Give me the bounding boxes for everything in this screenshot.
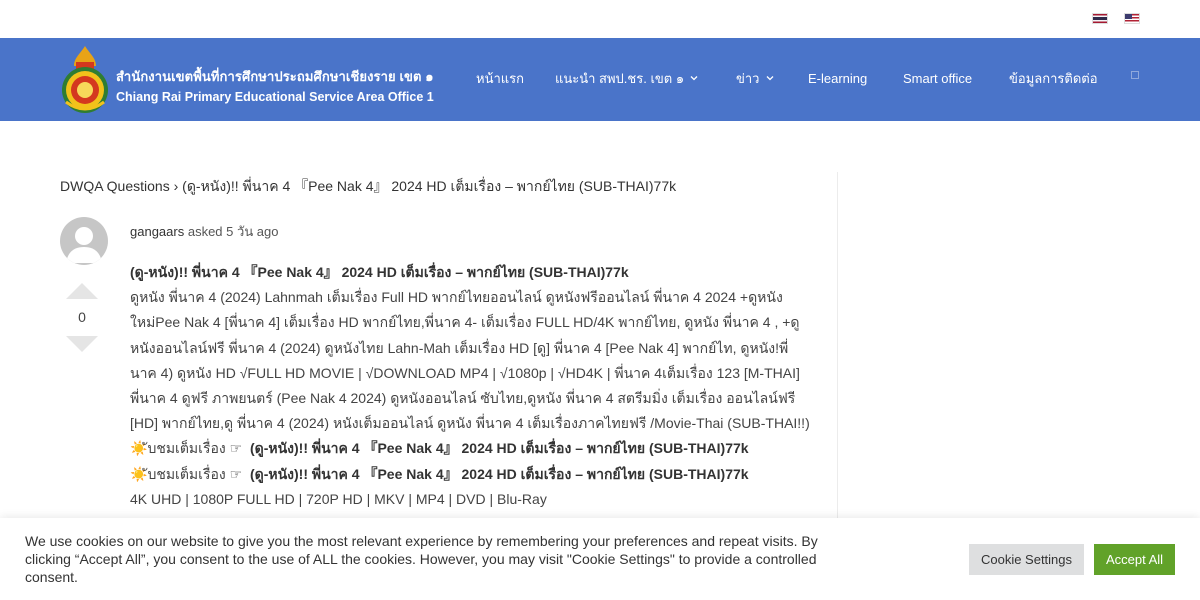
user-silhouette-icon — [66, 227, 102, 263]
watch-prefix: ับชมเต็มเรื่อง ☞ — [147, 440, 243, 457]
us-flag-icon[interactable] — [1124, 13, 1140, 24]
nav-item-label: E-learning — [808, 70, 868, 86]
chevron-down-icon — [766, 76, 773, 81]
accept-all-button[interactable]: Accept All — [1094, 544, 1175, 575]
watch-line: ☀️ับชมเต็มเรื่อง ☞ (ดู-หนัง)!! พี่นาค 4 … — [130, 436, 810, 461]
nav-item-home[interactable]: หน้าแรก — [476, 68, 524, 88]
watch-prefix: ับชมเต็มเรื่อง ☞ — [147, 465, 243, 482]
nav-item-contact[interactable]: ข้อมูลการติดต่อ — [1009, 68, 1098, 88]
asked-label: asked — [187, 224, 223, 239]
author-link[interactable]: gangaars — [130, 224, 184, 239]
watch-link[interactable]: (ดู-หนัง)!! พี่นาค 4 『Pee Nak 4』 2024 HD… — [250, 440, 749, 456]
logo-title-thai[interactable]: สำนักงานเขตพื้นที่การศึกษาประถมศึกษาเชีย… — [116, 66, 434, 87]
nav-item-news[interactable]: ข่าว — [736, 68, 775, 88]
nav-item-label: หน้าแรก — [476, 70, 524, 86]
avatar[interactable] — [60, 217, 108, 265]
nav-item-elearning[interactable]: E-learning — [808, 68, 867, 88]
thai-flag-icon[interactable] — [1092, 13, 1108, 24]
sun-icon: ☀️ — [130, 440, 148, 457]
site-header: สำนักงานเขตพื้นที่การศึกษาประถมศึกษาเชีย… — [0, 38, 1200, 121]
nav-item-label: แนะนำ สพป.ชร. เขต ๑ — [555, 70, 685, 86]
breadcrumb: DWQA Questions › (ดู-หนัง)!! พี่นาค 4 『P… — [60, 176, 676, 198]
nav-item-label: Smart office — [903, 70, 973, 86]
logo-seal-icon[interactable] — [60, 44, 110, 114]
nav-item-label: ข้อมูลการติดต่อ — [1009, 70, 1098, 86]
logo-title-english[interactable]: Chiang Rai Primary Educational Service A… — [116, 90, 434, 104]
formats-line: 4K UHD | 1080P FULL HD | 720P HD | MKV |… — [130, 490, 547, 507]
question-time: 5 วัน ago — [226, 224, 279, 239]
vote-count: 0 — [78, 309, 86, 325]
top-bar — [0, 0, 1200, 38]
vote-down-button[interactable] — [66, 336, 98, 352]
question-meta: gangaars asked 5 วัน ago — [130, 221, 279, 242]
watch-line: ☀️ับชมเต็มเรื่อง ☞ (ดู-หนัง)!! พี่นาค 4 … — [130, 462, 810, 487]
chevron-down-icon — [690, 76, 698, 81]
breadcrumb-separator: › — [173, 178, 179, 194]
question-title: (ดู-หนัง)!! พี่นาค 4 『Pee Nak 4』 2024 HD… — [130, 264, 629, 280]
cookie-text: We use cookies on our website to give yo… — [25, 533, 818, 585]
cookie-settings-button[interactable]: Cookie Settings — [969, 544, 1084, 575]
breadcrumb-current: (ดู-หนัง)!! พี่นาค 4 『Pee Nak 4』 2024 HD… — [182, 178, 677, 194]
nav-item-about[interactable]: แนะนำ สพป.ชร. เขต ๑ — [555, 68, 699, 88]
search-icon[interactable] — [1131, 71, 1139, 79]
cookie-banner: We use cookies on our website to give yo… — [0, 518, 1200, 600]
sun-icon: ☀️ — [130, 465, 148, 482]
breadcrumb-root-link[interactable]: DWQA Questions — [60, 178, 170, 194]
watch-link[interactable]: (ดู-หนัง)!! พี่นาค 4 『Pee Nak 4』 2024 HD… — [250, 466, 749, 482]
sidebar-divider — [837, 172, 838, 518]
nav-item-smart-office[interactable]: Smart office — [903, 68, 972, 88]
question-body: ดูหนัง พี่นาค 4 (2024) Lahnmah เต็มเรื่อ… — [130, 289, 810, 432]
question-content: (ดู-หนัง)!! พี่นาค 4 『Pee Nak 4』 2024 HD… — [130, 260, 810, 512]
nav-item-label: ข่าว — [736, 70, 760, 86]
vote-up-button[interactable] — [66, 283, 98, 299]
